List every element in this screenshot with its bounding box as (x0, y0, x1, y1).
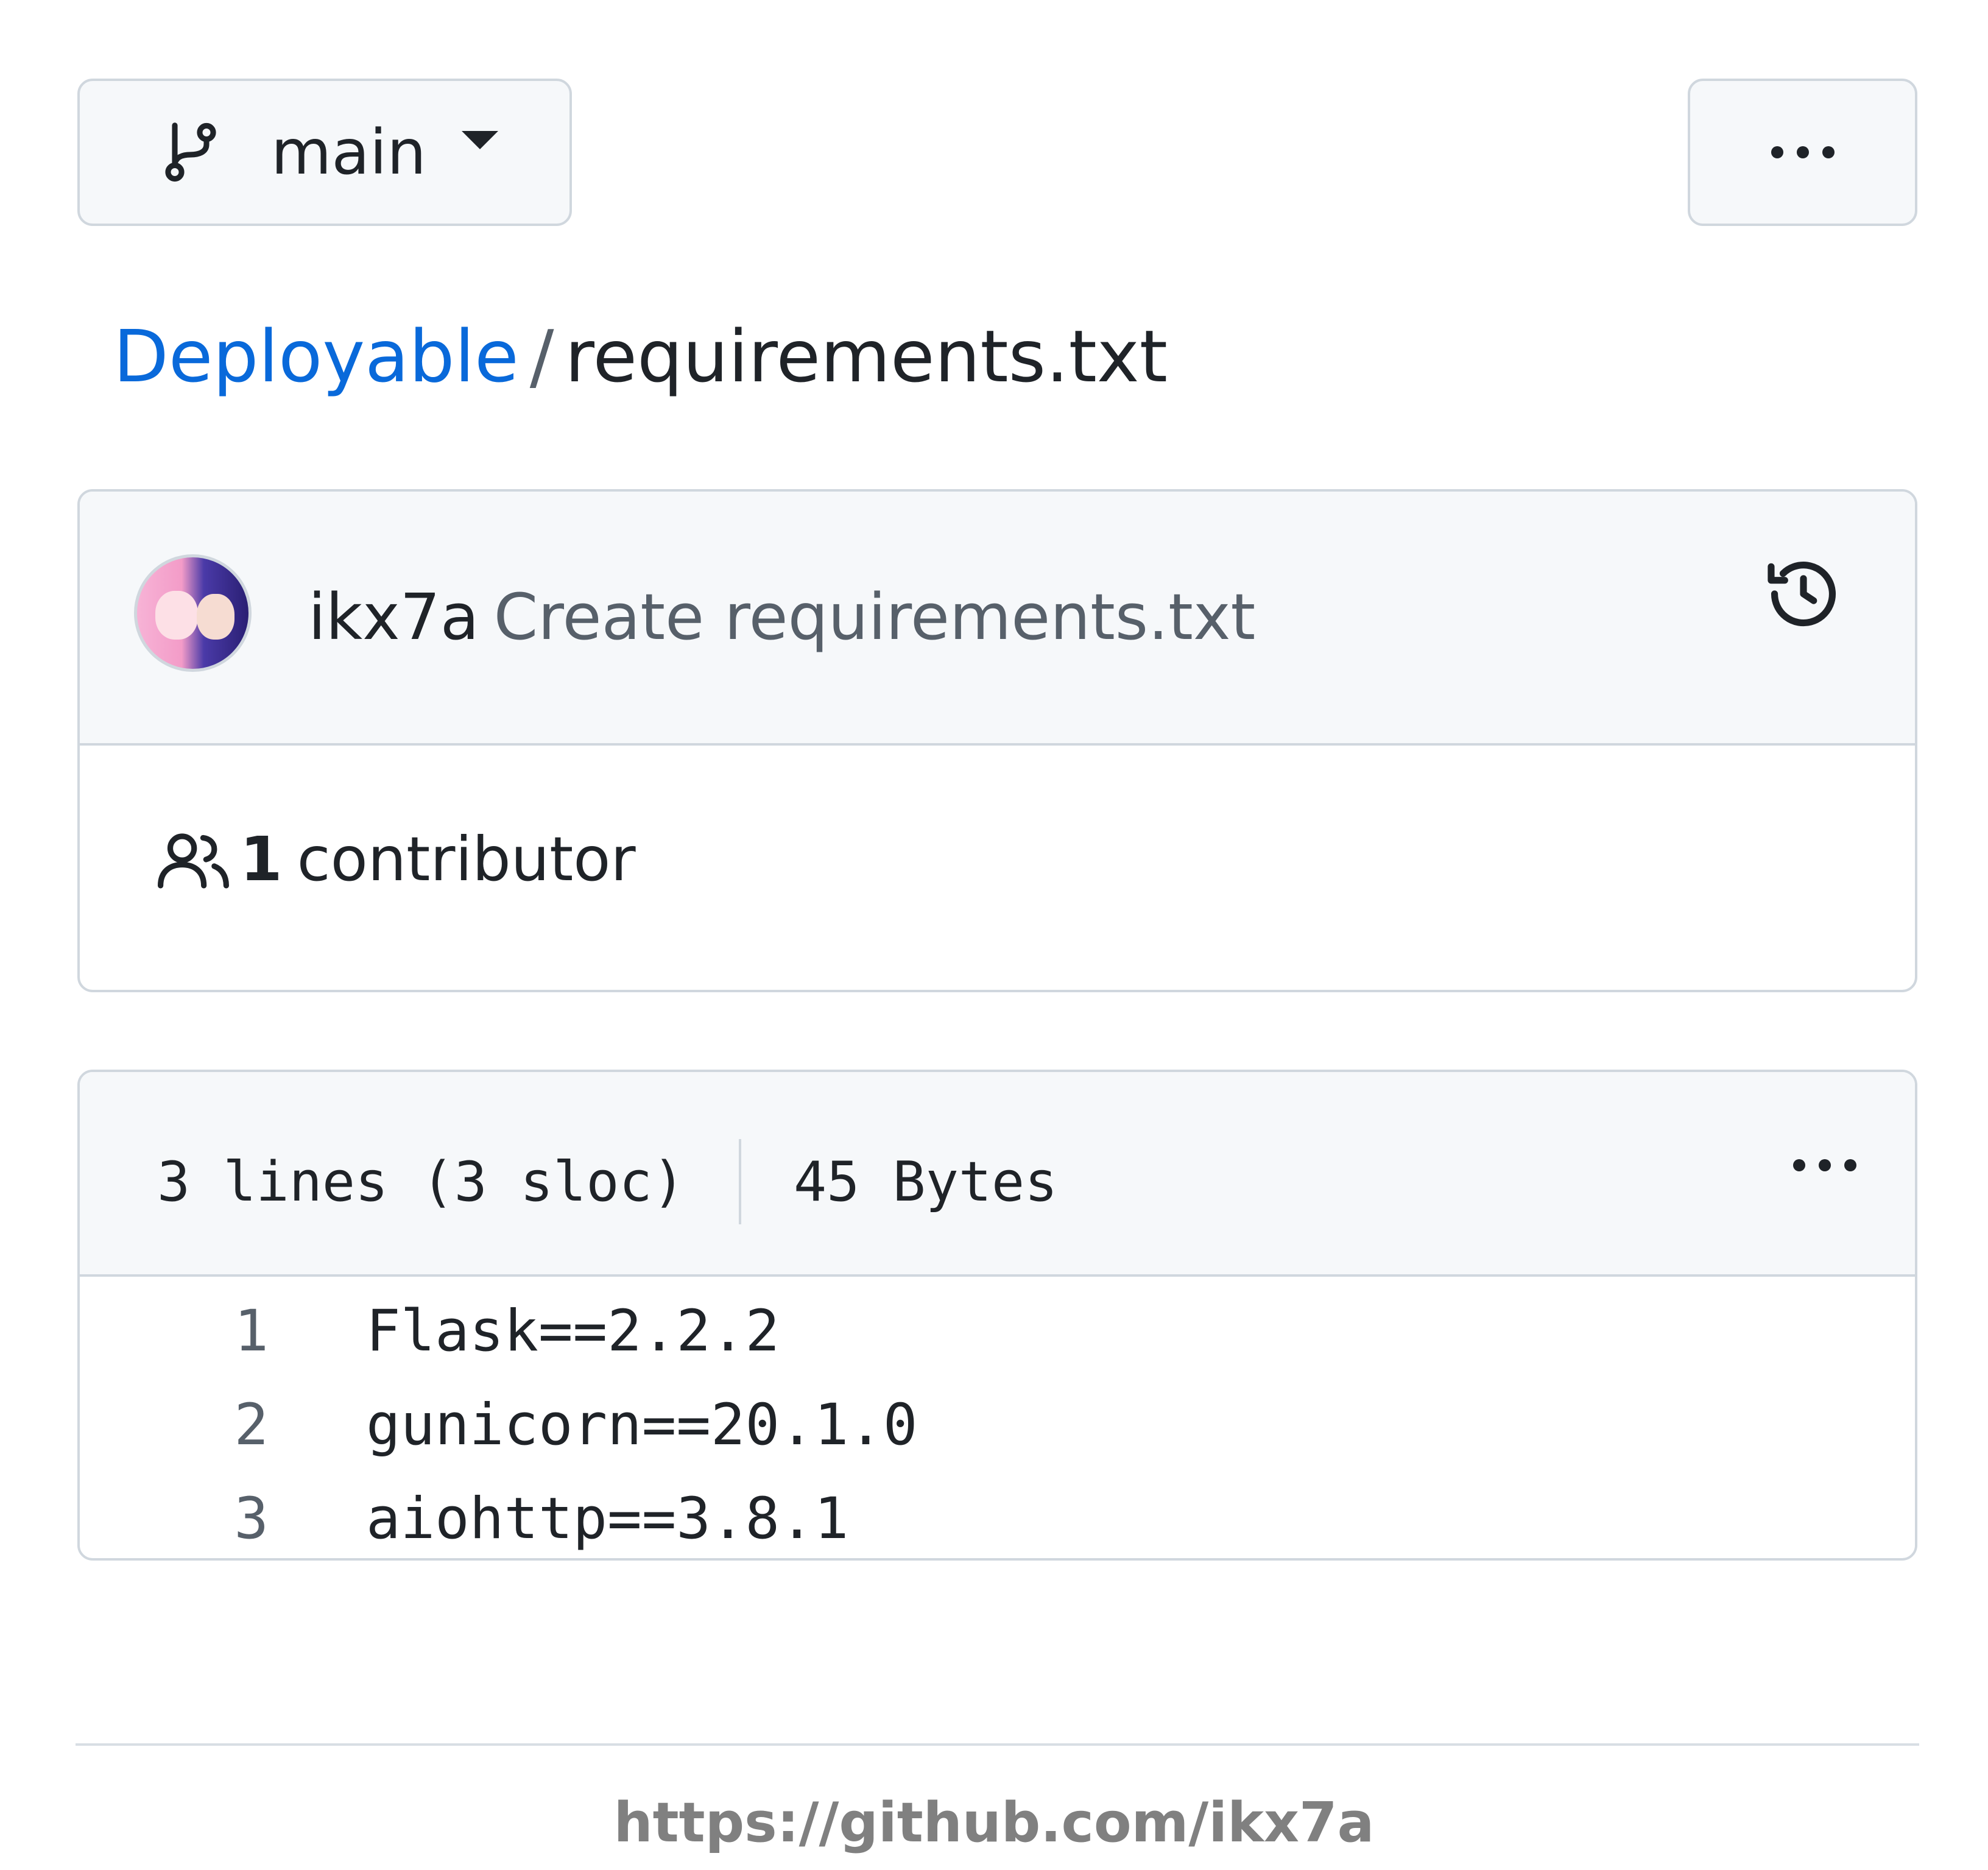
file-lines-info: 3 lines (3 sloc) (157, 1149, 685, 1214)
commit-header: ikx7a Create requirements.txt (80, 492, 1915, 746)
commit-message-link[interactable]: Create requirements.txt (494, 580, 1256, 654)
more-options-button[interactable] (1688, 79, 1917, 226)
breadcrumb-file-name: requirements.txt (565, 314, 1168, 398)
line-code: aiohttp==3.8.1 (366, 1485, 849, 1552)
line-number[interactable]: 2 (80, 1392, 269, 1458)
branch-name: main (271, 116, 426, 189)
breadcrumb-separator: / (529, 314, 554, 398)
file-size: 45 Bytes (793, 1149, 1058, 1214)
footer-divider (76, 1743, 1919, 1746)
history-icon[interactable] (1763, 553, 1844, 635)
contributor-label: contributor (297, 824, 636, 895)
code-line: 3 aiohttp==3.8.1 (80, 1472, 1915, 1558)
line-number[interactable]: 1 (80, 1298, 269, 1364)
breadcrumb: Deployable / requirements.txt (113, 308, 1168, 405)
branch-select-button[interactable]: main (77, 79, 572, 226)
file-viewer: 3 lines (3 sloc) 45 Bytes 1 Flask==2.2.2… (77, 1070, 1917, 1561)
commit-summary: ikx7a Create requirements.txt (308, 574, 1255, 660)
code-lines: 1 Flask==2.2.2 2 gunicorn==20.1.0 3 aioh… (80, 1277, 1915, 1558)
contributor-count: 1 (240, 824, 283, 895)
commit-author-link[interactable]: ikx7a (308, 580, 479, 654)
line-code: gunicorn==20.1.0 (366, 1391, 918, 1458)
footer-url: https://github.com/ikx7a (613, 1791, 1375, 1855)
meta-divider (738, 1139, 741, 1224)
kebab-horizontal-icon (1793, 1159, 1856, 1171)
people-icon (155, 830, 231, 889)
line-number[interactable]: 3 (80, 1486, 269, 1552)
code-line: 1 Flask==2.2.2 (80, 1284, 1915, 1378)
kebab-horizontal-icon (1771, 146, 1835, 158)
git-branch-icon (159, 119, 222, 186)
triangle-down-icon (461, 131, 498, 149)
line-code: Flask==2.2.2 (366, 1297, 780, 1364)
code-line: 2 gunicorn==20.1.0 (80, 1378, 1915, 1472)
file-more-button[interactable] (1793, 1159, 1856, 1171)
avatar[interactable] (134, 554, 252, 672)
breadcrumb-repo-link[interactable]: Deployable (113, 314, 519, 398)
contributors-row[interactable]: 1 contributor (155, 824, 636, 895)
file-info: 3 lines (3 sloc) 45 Bytes (157, 1139, 1057, 1224)
file-header: 3 lines (3 sloc) 45 Bytes (80, 1072, 1915, 1277)
latest-commit-box: ikx7a Create requirements.txt 1 contribut… (77, 489, 1917, 992)
